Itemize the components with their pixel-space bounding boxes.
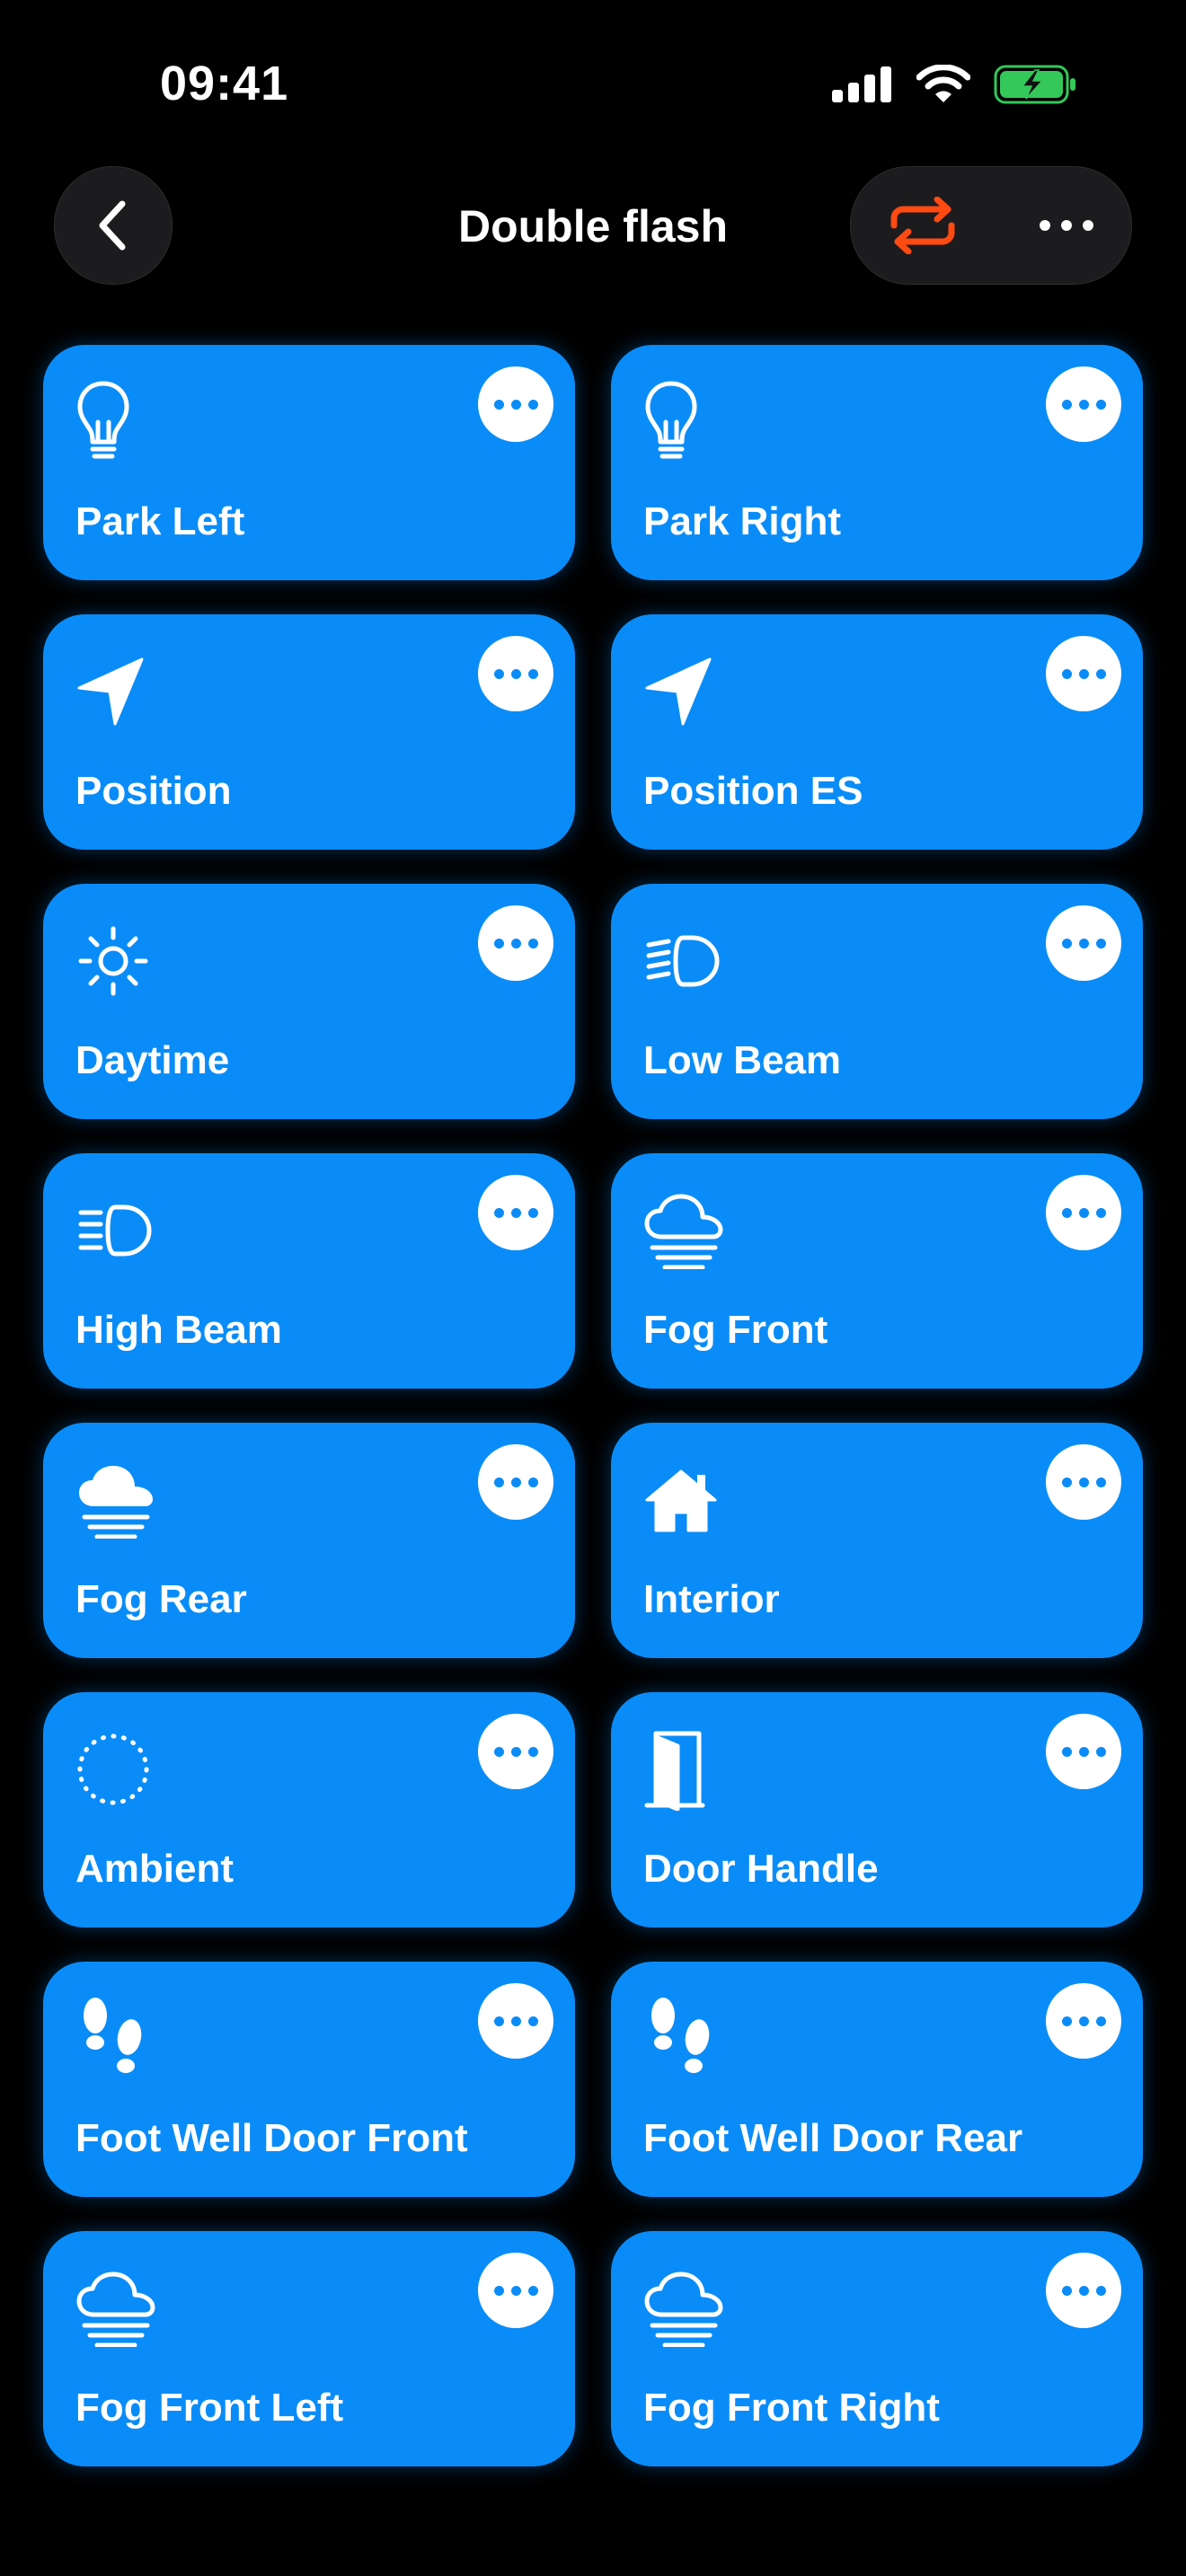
tile-label: Interior bbox=[643, 1577, 780, 1621]
light-tile[interactable]: Park Right bbox=[611, 345, 1143, 580]
tile-label: Park Right bbox=[643, 499, 842, 543]
tile-label: Foot Well Door Rear bbox=[643, 2116, 1023, 2160]
ellipsis-icon bbox=[493, 1746, 538, 1757]
repeat-button[interactable] bbox=[878, 190, 968, 261]
light-tile[interactable]: Fog Front Right bbox=[611, 2231, 1143, 2466]
tile-more-button[interactable] bbox=[478, 366, 553, 442]
tile-label: Low Beam bbox=[643, 1038, 842, 1082]
ellipsis-icon bbox=[1040, 220, 1093, 231]
ellipsis-icon bbox=[1061, 2285, 1106, 2296]
high-beam-icon bbox=[75, 1186, 156, 1275]
ellipsis-icon bbox=[493, 938, 538, 948]
ellipsis-icon bbox=[493, 1207, 538, 1218]
tile-label: Fog Front bbox=[643, 1308, 828, 1352]
door-icon bbox=[643, 1725, 724, 1814]
tile-more-button[interactable] bbox=[1046, 366, 1121, 442]
ellipsis-icon bbox=[1061, 1207, 1106, 1218]
status-bar: 09:41 bbox=[0, 0, 1186, 171]
tile-more-button[interactable] bbox=[478, 1714, 553, 1789]
tile-label: Daytime bbox=[75, 1038, 230, 1082]
ellipsis-icon bbox=[493, 668, 538, 679]
light-tile[interactable]: Fog Rear bbox=[43, 1423, 575, 1658]
ellipsis-icon bbox=[1061, 2016, 1106, 2026]
cellular-signal-icon bbox=[832, 66, 891, 102]
wifi-icon bbox=[916, 65, 970, 102]
tile-more-button[interactable] bbox=[478, 1983, 553, 2059]
tile-label: Foot Well Door Front bbox=[75, 2116, 468, 2160]
tile-label: Park Left bbox=[75, 499, 245, 543]
tile-more-button[interactable] bbox=[478, 636, 553, 711]
tile-label: Fog Rear bbox=[75, 1577, 247, 1621]
tile-more-button[interactable] bbox=[1046, 1983, 1121, 2059]
tile-more-button[interactable] bbox=[478, 905, 553, 981]
tile-more-button[interactable] bbox=[1046, 1175, 1121, 1250]
ellipsis-icon bbox=[493, 399, 538, 410]
cloud-fog-icon bbox=[643, 1186, 724, 1275]
ellipsis-icon bbox=[1061, 938, 1106, 948]
light-tile[interactable]: Foot Well Door Rear bbox=[611, 1962, 1143, 2197]
light-tile[interactable]: Door Handle bbox=[611, 1692, 1143, 1928]
ellipsis-icon bbox=[1061, 399, 1106, 410]
tile-label: Door Handle bbox=[643, 1847, 879, 1891]
tile-more-button[interactable] bbox=[1046, 2253, 1121, 2328]
light-tile[interactable]: Park Left bbox=[43, 345, 575, 580]
light-tile[interactable]: Position ES bbox=[611, 614, 1143, 850]
tile-label: High Beam bbox=[75, 1308, 282, 1352]
tile-more-button[interactable] bbox=[1046, 1714, 1121, 1789]
low-beam-icon bbox=[643, 916, 724, 1006]
ellipsis-icon bbox=[493, 2016, 538, 2026]
ellipsis-icon bbox=[493, 2285, 538, 2296]
ellipsis-icon bbox=[1061, 1746, 1106, 1757]
footprints-icon bbox=[643, 1994, 724, 2084]
light-tile[interactable]: Fog Front bbox=[611, 1153, 1143, 1389]
tile-more-button[interactable] bbox=[478, 1444, 553, 1520]
tile-label: Position bbox=[75, 769, 232, 813]
light-tile[interactable]: High Beam bbox=[43, 1153, 575, 1389]
tile-label: Ambient bbox=[75, 1847, 234, 1891]
status-icons bbox=[832, 65, 1078, 104]
lightbulb-icon bbox=[643, 377, 724, 467]
light-tile[interactable]: Ambient bbox=[43, 1692, 575, 1928]
battery-charging-icon bbox=[994, 65, 1075, 104]
more-button[interactable] bbox=[1022, 190, 1111, 261]
light-tile[interactable]: Interior bbox=[611, 1423, 1143, 1658]
ellipsis-icon bbox=[1061, 1477, 1106, 1487]
ellipsis-icon bbox=[493, 1477, 538, 1487]
cloud-fog-filled-icon bbox=[75, 1455, 156, 1545]
nav-actions bbox=[850, 166, 1132, 285]
light-tile[interactable]: Position bbox=[43, 614, 575, 850]
light-tile[interactable]: Low Beam bbox=[611, 884, 1143, 1119]
tile-more-button[interactable] bbox=[478, 2253, 553, 2328]
ellipsis-icon bbox=[1061, 668, 1106, 679]
cloud-fog-icon bbox=[75, 2263, 156, 2353]
tile-label: Position ES bbox=[643, 769, 863, 813]
repeat-icon bbox=[890, 197, 955, 254]
lightbulb-icon bbox=[75, 377, 156, 467]
house-icon bbox=[643, 1455, 724, 1545]
footprints-icon bbox=[75, 1994, 156, 2084]
tile-label: Fog Front Right bbox=[643, 2386, 940, 2430]
tile-more-button[interactable] bbox=[1046, 636, 1121, 711]
light-tile[interactable]: Fog Front Left bbox=[43, 2231, 575, 2466]
cloud-fog-icon bbox=[643, 2263, 724, 2353]
tile-more-button[interactable] bbox=[478, 1175, 553, 1250]
tile-more-button[interactable] bbox=[1046, 905, 1121, 981]
tile-more-button[interactable] bbox=[1046, 1444, 1121, 1520]
sun-icon bbox=[75, 916, 156, 1006]
navigation-bar: Double flash bbox=[0, 166, 1186, 287]
light-tile[interactable]: Daytime bbox=[43, 884, 575, 1119]
tile-label: Fog Front Left bbox=[75, 2386, 344, 2430]
location-arrow-icon bbox=[75, 647, 156, 737]
location-arrow-icon bbox=[643, 647, 724, 737]
dotted-circle-icon bbox=[75, 1725, 156, 1814]
status-time: 09:41 bbox=[160, 57, 289, 110]
light-tile-grid: Park Left Park Right Position Position ES Da… bbox=[43, 345, 1143, 2466]
light-tile[interactable]: Foot Well Door Front bbox=[43, 1962, 575, 2197]
